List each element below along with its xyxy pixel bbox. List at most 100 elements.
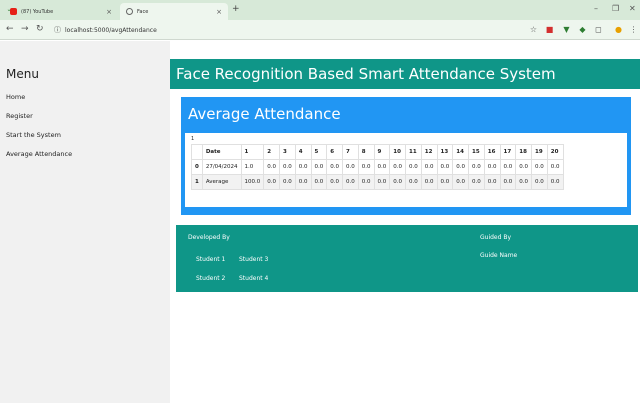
table-cell: 0.0 [468, 159, 485, 175]
extension-icon[interactable]: ◆ [578, 25, 587, 34]
table-cell: 0.0 [468, 174, 485, 190]
table-cell: 0.0 [515, 174, 533, 190]
table-cell: 100.0 [240, 174, 265, 190]
table-cell: 0.0 [342, 159, 359, 175]
student-name: Student 2 [196, 275, 226, 282]
card-title: Average Attendance [188, 105, 341, 123]
column-header: 17 [499, 144, 517, 160]
table-cell: 0.0 [436, 174, 454, 190]
column-header: 16 [483, 144, 501, 160]
table-cell: Average [201, 174, 242, 190]
kebab-menu-icon[interactable]: ⋮ [629, 25, 638, 34]
table-row: 0 27/04/2024 1.0 0.0 0.0 0.0 0.0 0.0 0.0 0.0 0.0 0.… [191, 159, 564, 175]
sidebar: Menu Home Register Start the System Aver… [0, 41, 170, 403]
column-header: 14 [452, 144, 470, 160]
row-index-cell: 0 [191, 159, 203, 175]
back-icon[interactable]: ← [6, 24, 14, 34]
table-cell: 0.0 [499, 159, 517, 175]
table-cell: 0.0 [546, 174, 564, 190]
minimize-icon[interactable]: – [594, 4, 598, 13]
table-row: 1 Average 100.0 0.0 0.0 0.0 0.0 0.0 0.0 0.0 0.0 0.0… [191, 174, 564, 190]
sidebar-item-home[interactable]: Home [6, 93, 72, 112]
window-close-icon[interactable]: ✕ [629, 4, 636, 13]
column-header: 3 [279, 144, 296, 160]
table-cell: 0.0 [342, 174, 359, 190]
column-header: 1 [240, 144, 265, 160]
page-header: Face Recognition Based Smart Attendance … [170, 59, 640, 89]
star-icon[interactable]: ☆ [529, 25, 538, 34]
guide-name: Guide Name [480, 252, 518, 259]
attendance-table: Date 1 2 3 4 5 6 7 8 9 10 11 12 13 14 15 16 17 18 19 20 0 27/… [191, 144, 564, 190]
close-icon[interactable]: × [106, 8, 112, 16]
table-cell: 0.0 [357, 159, 375, 175]
column-header: 8 [357, 144, 375, 160]
column-header: 20 [546, 144, 564, 160]
column-header: 15 [468, 144, 485, 160]
table-cell: 0.0 [310, 159, 328, 175]
table-cell: 0.0 [279, 174, 296, 190]
table-cell: 0.0 [310, 174, 328, 190]
sidebar-item-average-attendance[interactable]: Average Attendance [6, 150, 72, 169]
puzzle-icon[interactable]: ◻ [594, 25, 603, 34]
column-header [191, 144, 203, 160]
sidebar-item-start-system[interactable]: Start the System [6, 131, 72, 150]
reload-icon[interactable]: ↻ [36, 24, 44, 34]
url-text: localhost:5000/avgAttendance [65, 26, 157, 34]
forward-icon[interactable]: → [21, 24, 29, 34]
address-bar[interactable]: ⓘ localhost:5000/avgAttendance [54, 23, 514, 37]
table-cell: 0.0 [373, 159, 391, 175]
table-cell: 0.0 [294, 174, 312, 190]
menu-list: Home Register Start the System Average A… [6, 93, 72, 169]
tab-title: Face [137, 8, 149, 15]
column-header: 6 [326, 144, 344, 160]
page-title: Face Recognition Based Smart Attendance … [176, 65, 556, 83]
attendance-card: Average Attendance 1 Date 1 2 3 4 5 6 7 8 9 10 11 12… [181, 97, 631, 215]
table-body: 0 27/04/2024 1.0 0.0 0.0 0.0 0.0 0.0 0.0 0.0 0.0 0.… [191, 159, 564, 190]
new-tab-icon[interactable]: + [232, 4, 240, 14]
info-icon[interactable]: ⓘ [54, 25, 61, 35]
extension-icon[interactable]: ■ [545, 25, 554, 34]
table-cell: 0.0 [279, 159, 296, 175]
youtube-icon [10, 8, 17, 15]
column-header: 9 [373, 144, 391, 160]
table-cell: 0.0 [420, 174, 438, 190]
table-cell: 0.0 [405, 159, 422, 175]
table-cell: 0.0 [263, 174, 281, 190]
table-cell: 0.0 [546, 159, 564, 175]
student-name: Student 1 [196, 256, 226, 263]
profile-icon[interactable]: ● [614, 25, 623, 34]
tab-face[interactable]: Face × [120, 3, 228, 20]
column-header: 2 [263, 144, 281, 160]
sidebar-item-register[interactable]: Register [6, 112, 72, 131]
table-cell: 0.0 [373, 174, 391, 190]
table-cell: 0.0 [452, 174, 470, 190]
table-container: 1 Date 1 2 3 4 5 6 7 8 9 10 11 12 13 14 15 16 17 18 19 20 02… [185, 133, 627, 207]
globe-icon [126, 8, 133, 15]
column-header: 10 [389, 144, 407, 160]
table-cell: 27/04/2024 [201, 159, 242, 175]
row-index-cell: 1 [191, 174, 203, 190]
column-header: 19 [531, 144, 548, 160]
table-cell: 0.0 [420, 159, 438, 175]
table-cell: 0.0 [389, 174, 407, 190]
footer: Developed By Student 1 Student 3 Student… [176, 225, 638, 292]
table-cell: 0.0 [405, 174, 422, 190]
browser-tabstrip: ⌄ (87) YouTube × Face × + – ❐ ✕ [0, 0, 640, 20]
table-cell: 0.0 [515, 159, 533, 175]
student-name: Student 4 [239, 275, 269, 282]
table-cell: 0.0 [436, 159, 454, 175]
tab-youtube[interactable]: (87) YouTube × [4, 3, 118, 20]
student-name: Student 3 [239, 256, 269, 263]
table-cell: 0.0 [326, 159, 344, 175]
close-icon[interactable]: × [216, 8, 222, 16]
shield-icon[interactable]: ▼ [562, 25, 571, 34]
restore-icon[interactable]: ❐ [612, 4, 619, 13]
table-cell: 0.0 [389, 159, 407, 175]
table-cell: 1.0 [240, 159, 265, 175]
app: Menu Home Register Start the System Aver… [0, 41, 640, 403]
developed-by-label: Developed By [188, 234, 230, 241]
column-header: 11 [405, 144, 422, 160]
menu-title: Menu [6, 67, 39, 81]
table-cell: 0.0 [499, 174, 517, 190]
index-label: 1 [191, 136, 195, 142]
